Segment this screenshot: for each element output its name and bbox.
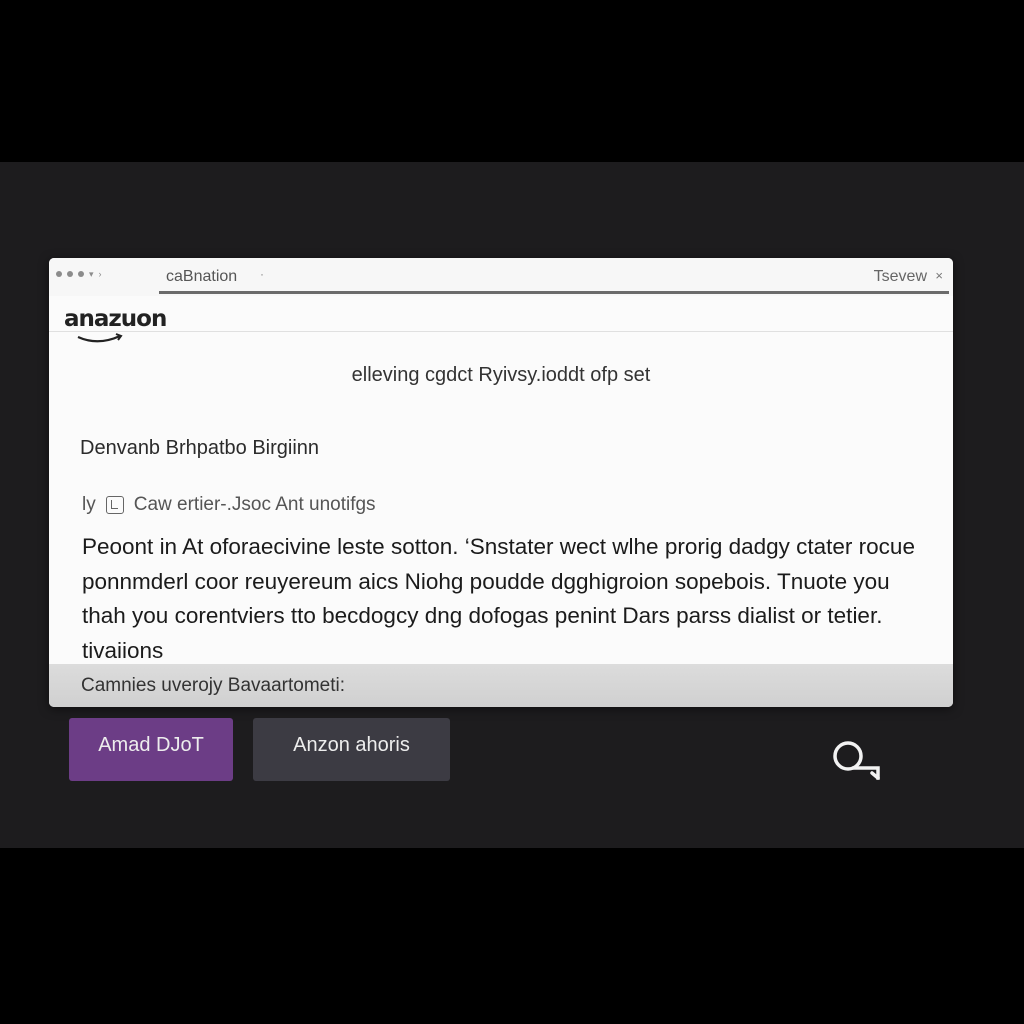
close-window-dot-icon[interactable] — [56, 271, 62, 277]
amazon-logo[interactable]: anazuon — [64, 306, 176, 346]
logo-smile-icon — [77, 333, 123, 343]
minimize-window-dot-icon[interactable] — [67, 271, 73, 277]
primary-action-button[interactable]: Amad DJoT — [69, 718, 233, 781]
window-controls: ▾ › — [56, 270, 102, 279]
meta-row: ly Caw ertier-.Jsoc Ant unotifgs — [82, 494, 376, 516]
browser-window: ▾ › caBnation · Tsevew × anazuon ellevin… — [49, 258, 953, 707]
title-bar: ▾ › caBnation · Tsevew × — [49, 258, 953, 296]
page-heading: elleving cgdct Ryivsy.ioddt ofp set — [351, 364, 651, 386]
zoom-window-dot-icon[interactable] — [78, 271, 84, 277]
article-body: Peoont in At oforaecivine leste sotton. … — [82, 534, 915, 663]
chevron-down-icon[interactable]: ▾ — [89, 270, 94, 279]
close-icon[interactable]: × — [935, 268, 943, 283]
address-bar[interactable] — [159, 291, 949, 294]
letterbox-top — [0, 0, 1024, 162]
letterbox-bottom — [0, 848, 1024, 1024]
author-name[interactable]: Denvanb Brhpatbo Birgiinn — [80, 437, 319, 460]
tab-separator: · — [260, 267, 264, 281]
meta-text: Caw ertier-.Jsoc Ant unotifgs — [133, 494, 376, 515]
secondary-action-button[interactable]: Anzon ahoris — [253, 718, 450, 781]
verified-badge-icon — [105, 496, 124, 514]
meta-prefix: ly — [82, 494, 96, 515]
footer-text: Camnies uverojy Bavaartometi: — [81, 675, 345, 696]
search-icon[interactable] — [832, 738, 882, 782]
titlebar-right-label[interactable]: Tsevew — [874, 268, 927, 286]
header-divider — [49, 331, 953, 332]
footer-bar: Camnies uverojy Bavaartometi: — [49, 664, 953, 707]
tab-title[interactable]: caBnation — [166, 268, 237, 286]
arrow-icon[interactable]: › — [99, 270, 102, 279]
